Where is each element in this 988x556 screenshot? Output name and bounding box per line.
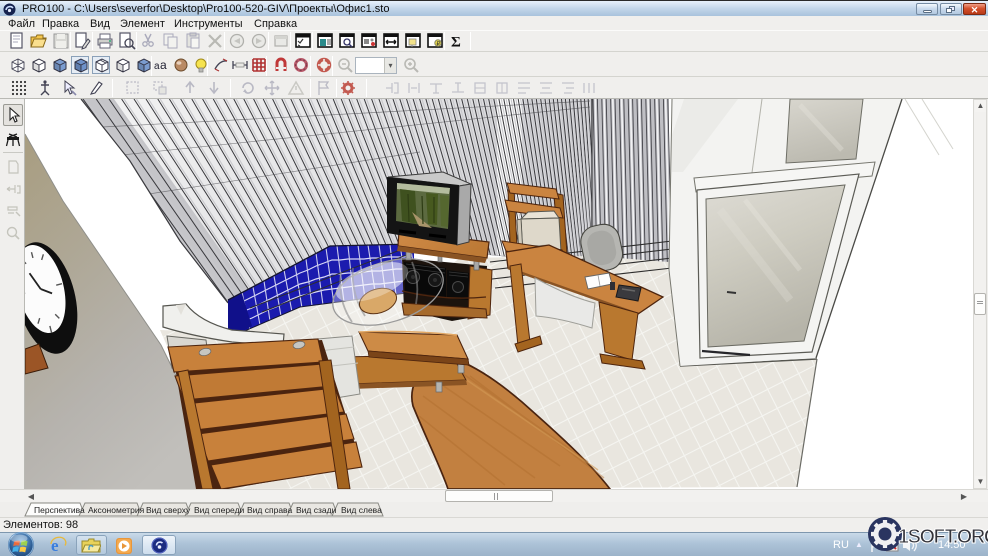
svg-text:Аксонометрия: Аксонометрия [88, 505, 145, 515]
svg-text:Σ: Σ [451, 35, 461, 51]
svg-text:Вид спереди: Вид спереди [194, 505, 245, 515]
svg-text:Вид сзади: Вид сзади [296, 505, 337, 515]
svg-text:Перспектива: Перспектива [34, 505, 85, 515]
svg-text:a: a [160, 58, 167, 72]
svg-text:1SOFT.ORG: 1SOFT.ORG [898, 526, 988, 548]
svg-text:₽: ₽ [437, 41, 441, 48]
svg-text:Вид сверху: Вид сверху [146, 505, 191, 515]
svg-text:Вид справа: Вид справа [247, 505, 292, 515]
svg-text:Вид слева: Вид слева [341, 505, 382, 515]
